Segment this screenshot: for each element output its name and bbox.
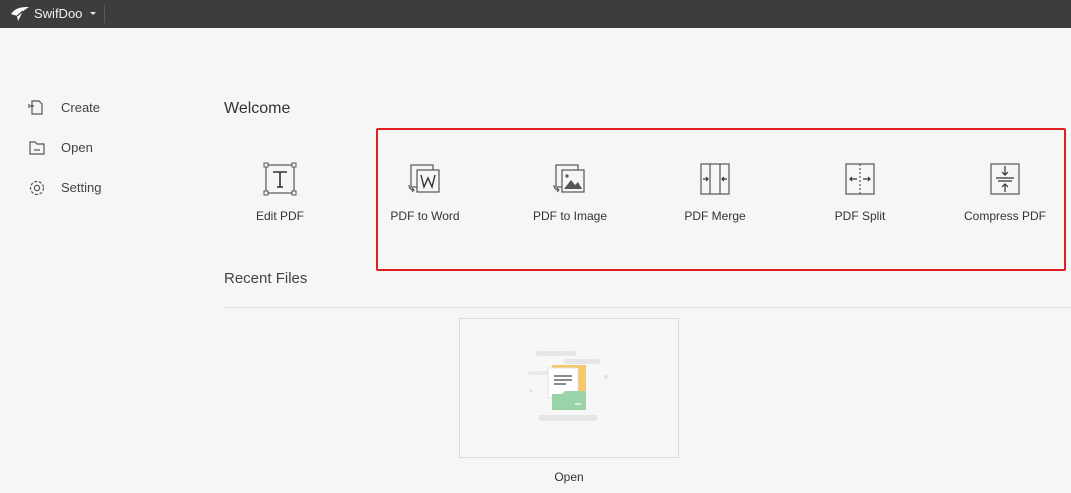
gear-icon <box>29 180 45 196</box>
open-folder-illustration-icon <box>528 351 608 421</box>
pdf-to-image-button[interactable]: PDF to Image <box>500 160 640 230</box>
text-edit-icon <box>263 162 297 196</box>
sidebar-item-create[interactable]: Create <box>24 94 174 122</box>
open-label[interactable]: Open <box>459 470 679 484</box>
pdf-to-word-button[interactable]: PDF to Word <box>355 160 495 230</box>
create-icon <box>28 100 43 115</box>
title-bar: SwifDoo <box>0 0 1071 28</box>
app-name: SwifDoo <box>34 6 83 21</box>
sidebar-item-label: Open <box>61 140 93 155</box>
pdf-merge-icon <box>700 163 730 195</box>
pdf-to-image-icon <box>553 164 585 193</box>
tool-label: PDF Merge <box>684 209 746 223</box>
pdf-split-button[interactable]: PDF Split <box>790 160 930 230</box>
open-file-card[interactable] <box>459 318 679 458</box>
section-divider <box>224 307 1071 308</box>
sidebar-item-setting[interactable]: Setting <box>24 174 174 202</box>
compress-pdf-button[interactable]: Compress PDF <box>935 160 1071 230</box>
tool-label: Edit PDF <box>255 209 304 223</box>
pdf-split-icon <box>845 163 875 195</box>
chevron-down-icon[interactable] <box>88 8 98 18</box>
page-title: Welcome <box>224 100 291 117</box>
sidebar: Create Open Setting <box>0 28 200 493</box>
swifdoo-logo-icon <box>11 7 29 21</box>
sidebar-item-label: Create <box>61 100 101 115</box>
compress-icon <box>990 163 1020 195</box>
edit-pdf-button[interactable]: Edit PDF <box>210 160 350 230</box>
tool-label: PDF to Word <box>390 209 460 223</box>
tool-label: Compress PDF <box>963 209 1046 223</box>
tool-label: PDF to Image <box>532 209 608 223</box>
tool-label: PDF Split <box>834 209 886 223</box>
sidebar-item-label: Setting <box>61 180 102 195</box>
recent-files-title: Recent Files <box>224 270 308 287</box>
folder-open-icon <box>29 141 45 155</box>
pdf-merge-button[interactable]: PDF Merge <box>645 160 785 230</box>
pdf-to-word-icon <box>408 164 440 193</box>
titlebar-divider <box>104 5 105 23</box>
sidebar-item-open[interactable]: Open <box>24 134 174 162</box>
